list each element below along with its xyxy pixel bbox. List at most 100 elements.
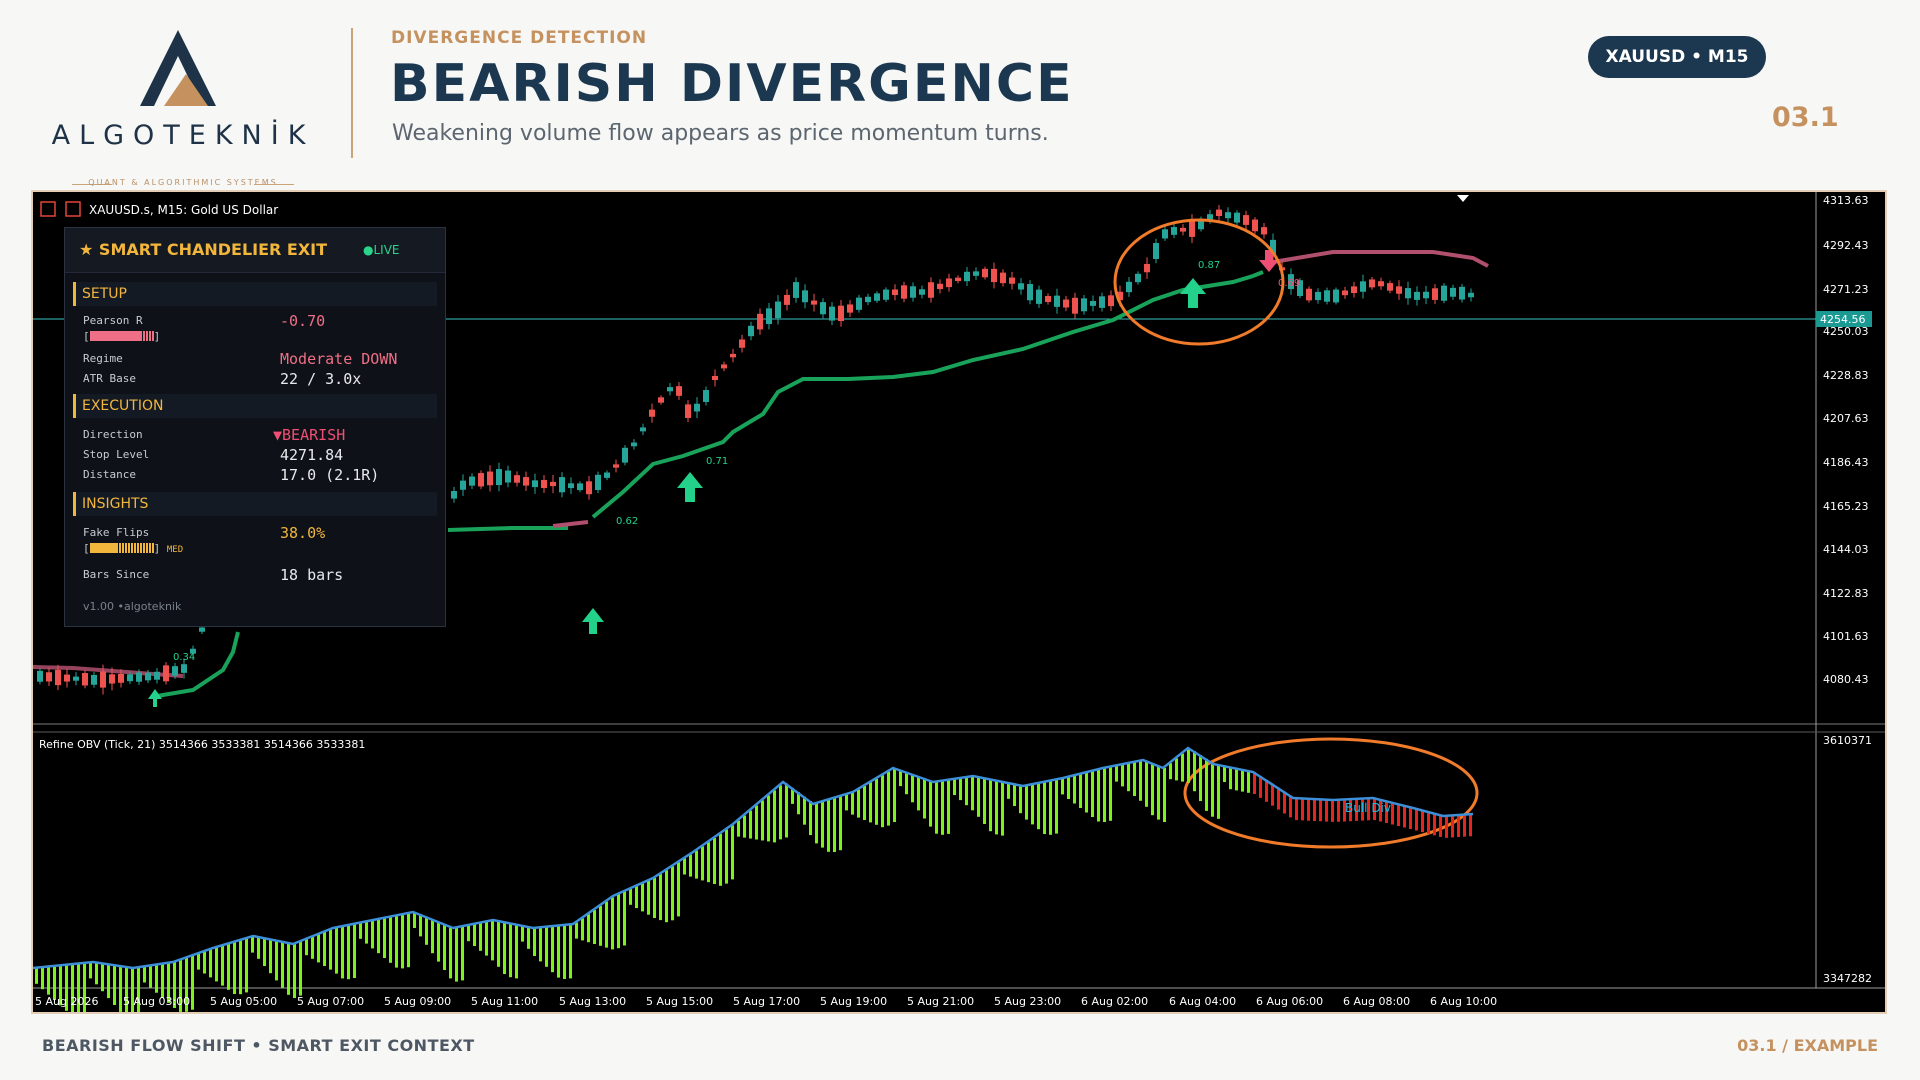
candle bbox=[649, 409, 655, 417]
obv-bar bbox=[1145, 760, 1148, 807]
buy-signal-icon bbox=[677, 472, 703, 502]
candle bbox=[748, 325, 754, 337]
obv-bar bbox=[1271, 783, 1274, 806]
distance-value: 17.0 (2.1R) bbox=[280, 466, 380, 484]
candle bbox=[757, 313, 763, 330]
obv-bar bbox=[833, 798, 836, 852]
time-tick: 6 Aug 02:00 bbox=[1081, 995, 1148, 1008]
obv-bar bbox=[1403, 805, 1406, 828]
obv-bar bbox=[1043, 782, 1046, 834]
obv-bar bbox=[743, 815, 746, 838]
buy-signal-icon bbox=[1180, 278, 1206, 308]
obv-bar bbox=[923, 778, 926, 819]
candle bbox=[730, 353, 736, 358]
obv-bar bbox=[221, 945, 224, 986]
candle bbox=[1405, 288, 1411, 299]
obv-bar bbox=[755, 805, 758, 840]
candle bbox=[55, 669, 61, 686]
obv-bar bbox=[377, 919, 380, 954]
candle bbox=[1072, 297, 1078, 314]
obv-bar bbox=[1067, 777, 1070, 799]
obv-bar bbox=[1103, 768, 1106, 822]
obv-bar bbox=[233, 942, 236, 994]
obv-bar bbox=[887, 771, 890, 826]
obv-bar bbox=[689, 854, 692, 877]
obv-bar bbox=[239, 940, 242, 995]
obv-bar bbox=[437, 921, 440, 962]
candle bbox=[802, 290, 808, 303]
signal-strength-label: 0.71 bbox=[706, 456, 728, 467]
fake-flips-label: Fake Flips bbox=[83, 526, 150, 539]
obv-bar bbox=[563, 925, 566, 979]
chart-grid-icon[interactable] bbox=[40, 201, 56, 217]
obv-bar bbox=[341, 926, 344, 979]
candle bbox=[793, 282, 799, 298]
obv-bar bbox=[191, 955, 194, 1010]
obv-bar bbox=[665, 870, 668, 923]
smart-exit-panel[interactable]: ★ SMART CHANDELIER EXIT ●LIVE SETUP Pear… bbox=[64, 227, 446, 627]
candle bbox=[1333, 289, 1339, 303]
candle bbox=[1378, 281, 1384, 287]
obv-bar bbox=[1457, 815, 1460, 838]
obv-bar bbox=[1055, 779, 1058, 834]
obv-bar bbox=[617, 894, 620, 949]
time-tick: 5 Aug 23:00 bbox=[994, 995, 1061, 1008]
candle bbox=[487, 471, 493, 486]
candle bbox=[163, 665, 169, 682]
obv-bar bbox=[323, 932, 326, 966]
candle bbox=[613, 464, 619, 468]
obv-line bbox=[33, 746, 1474, 970]
obv-bar bbox=[959, 778, 962, 801]
candle bbox=[1234, 212, 1240, 223]
obv-bar bbox=[917, 776, 920, 811]
candle bbox=[1387, 283, 1393, 291]
obv-bar bbox=[203, 951, 206, 974]
candle bbox=[1027, 284, 1033, 301]
candle bbox=[991, 268, 997, 283]
obv-bar bbox=[1097, 769, 1100, 822]
candle bbox=[946, 278, 952, 288]
candle bbox=[1126, 281, 1132, 293]
obv-bar bbox=[719, 833, 722, 886]
symbol-badge: XAUUSD • M15 bbox=[1588, 36, 1766, 78]
bars-since-value: 18 bars bbox=[280, 566, 344, 584]
obv-bar bbox=[671, 866, 674, 921]
eyebrow: DIVERGENCE DETECTION bbox=[391, 28, 648, 48]
stop-level-value: 4271.84 bbox=[280, 446, 344, 464]
obv-bar bbox=[1193, 751, 1196, 792]
obv-bar bbox=[809, 801, 812, 836]
candle bbox=[1441, 285, 1447, 301]
obv-bar bbox=[95, 962, 98, 985]
obv-bar bbox=[473, 924, 476, 946]
candle bbox=[1432, 288, 1438, 300]
price-tick: 4207.63 bbox=[1823, 412, 1869, 425]
obv-bar bbox=[785, 783, 788, 838]
obv-axis-top: 3610371 bbox=[1823, 734, 1872, 747]
candle bbox=[685, 404, 691, 418]
panel-header[interactable]: ★ SMART CHANDELIER EXIT ●LIVE bbox=[65, 228, 445, 273]
candle bbox=[721, 364, 727, 369]
panel-version: v1.00 •algoteknik bbox=[83, 600, 182, 613]
candle bbox=[829, 306, 835, 321]
slide-number: 03.1 bbox=[1772, 102, 1839, 133]
obv-bar bbox=[1001, 781, 1004, 836]
chart-shift-marker-icon[interactable] bbox=[1457, 195, 1469, 202]
candle bbox=[595, 474, 601, 490]
price-tick: 4313.63 bbox=[1823, 194, 1869, 207]
candle bbox=[667, 387, 673, 392]
obv-bar bbox=[659, 874, 662, 921]
candle bbox=[1108, 295, 1114, 307]
obv-bar bbox=[581, 918, 584, 941]
live-indicator: ●LIVE bbox=[363, 243, 400, 257]
obv-bar bbox=[551, 926, 554, 973]
obv-bar bbox=[287, 942, 290, 995]
time-tick: 5 Aug 19:00 bbox=[820, 995, 887, 1008]
obv-bar bbox=[1025, 785, 1028, 820]
obv-bar bbox=[41, 967, 44, 990]
obv-bar bbox=[1079, 774, 1082, 808]
chart-template-icon[interactable] bbox=[65, 201, 81, 217]
obv-bar bbox=[935, 781, 938, 834]
obv-bar bbox=[1301, 798, 1304, 821]
trading-chart[interactable]: 4254.56 XAUUSD.s, M15: Gold US Dollar 43… bbox=[31, 190, 1887, 1014]
time-tick: 5 Aug 17:00 bbox=[733, 995, 800, 1008]
